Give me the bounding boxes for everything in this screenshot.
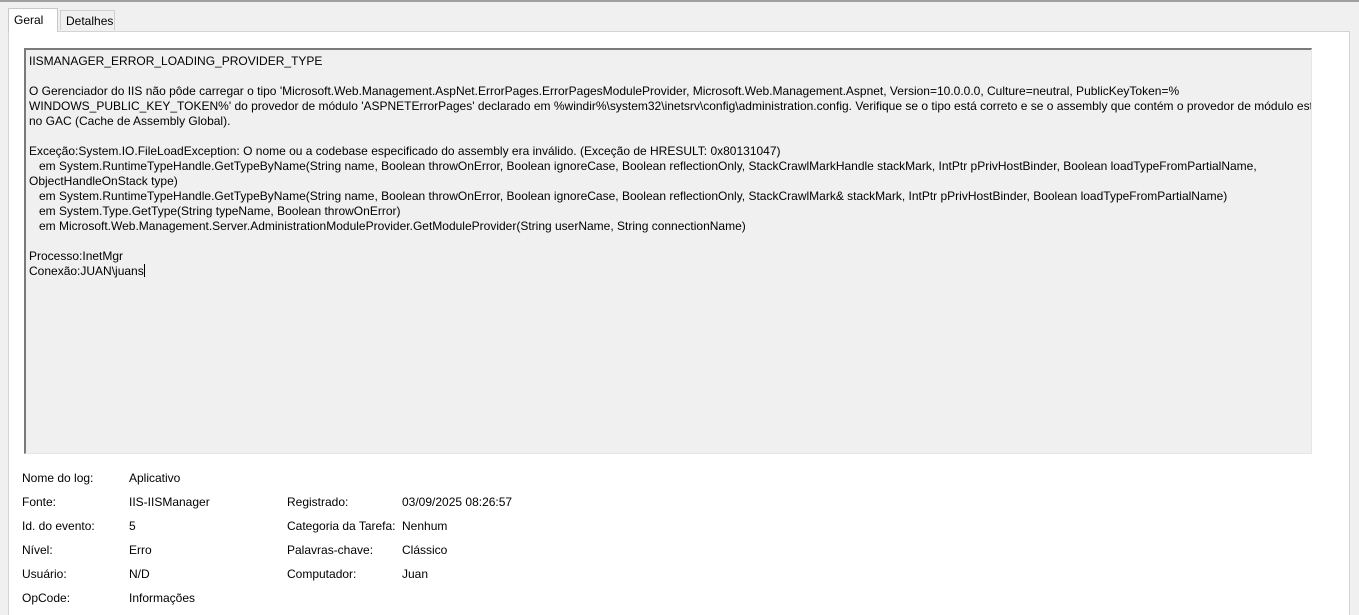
- computer-label: Computador:: [287, 567, 357, 581]
- level-label: Nível:: [22, 543, 53, 557]
- opcode-label: OpCode:: [22, 591, 71, 605]
- keywords-label: Palavras-chave:: [287, 543, 374, 557]
- message-line-last: Conexão:JUAN\juans: [29, 264, 1308, 279]
- message-line: [29, 129, 1308, 144]
- message-line: [29, 234, 1308, 249]
- log-name-value[interactable]: Aplicativo: [129, 470, 180, 486]
- message-line: Processo:InetMgr: [29, 249, 124, 263]
- message-line: IISMANAGER_ERROR_LOADING_PROVIDER_TYPE: [29, 54, 323, 68]
- message-line: ObjectHandleOnStack type): [29, 174, 178, 188]
- message-line: O Gerenciador do IIS não pôde carregar o…: [29, 84, 1180, 98]
- source-value[interactable]: IIS-IISManager: [129, 494, 210, 510]
- opcode-value[interactable]: Informações: [129, 590, 195, 606]
- level-value[interactable]: Erro: [129, 542, 152, 558]
- event-id-value[interactable]: 5: [129, 518, 136, 534]
- log-name-label: Nome do log:: [22, 471, 94, 485]
- message-line-text: Conexão:JUAN\juans: [29, 264, 144, 278]
- tab-geral[interactable]: Geral: [8, 8, 58, 32]
- computer-value[interactable]: Juan: [402, 566, 428, 582]
- event-id-label: Id. do evento:: [22, 519, 95, 533]
- task-category-value[interactable]: Nenhum: [402, 518, 447, 534]
- event-message-textbox[interactable]: IISMANAGER_ERROR_LOADING_PROVIDER_TYPE O…: [24, 48, 1312, 454]
- text-caret: [143, 264, 145, 277]
- message-line: [29, 69, 1308, 84]
- task-category-label: Categoria da Tarefa:: [287, 519, 396, 533]
- keywords-value[interactable]: Clássico: [402, 542, 447, 558]
- user-label: Usuário:: [22, 567, 67, 581]
- logged-label: Registrado:: [287, 495, 349, 509]
- message-line: WINDOWS_PUBLIC_KEY_TOKEN%' do provedor d…: [29, 99, 1312, 113]
- message-line: no GAC (Cache de Assembly Global).: [29, 114, 231, 128]
- message-line: em System.RuntimeTypeHandle.GetTypeByNam…: [29, 189, 1228, 203]
- tab-detalhes[interactable]: Detalhes: [60, 10, 115, 30]
- message-line: em System.Type.GetType(String typeName, …: [29, 204, 401, 218]
- logged-value[interactable]: 03/09/2025 08:26:57: [402, 494, 512, 510]
- message-line: em Microsoft.Web.Management.Server.Admin…: [29, 219, 746, 233]
- source-label: Fonte:: [22, 495, 57, 509]
- message-line: em System.RuntimeTypeHandle.GetTypeByNam…: [29, 159, 1257, 173]
- user-value[interactable]: N/D: [129, 566, 150, 582]
- message-line: Exceção:System.IO.FileLoadException: O n…: [29, 144, 781, 158]
- event-properties-window: Geral Detalhes IISMANAGER_ERROR_LOADING_…: [0, 0, 1359, 615]
